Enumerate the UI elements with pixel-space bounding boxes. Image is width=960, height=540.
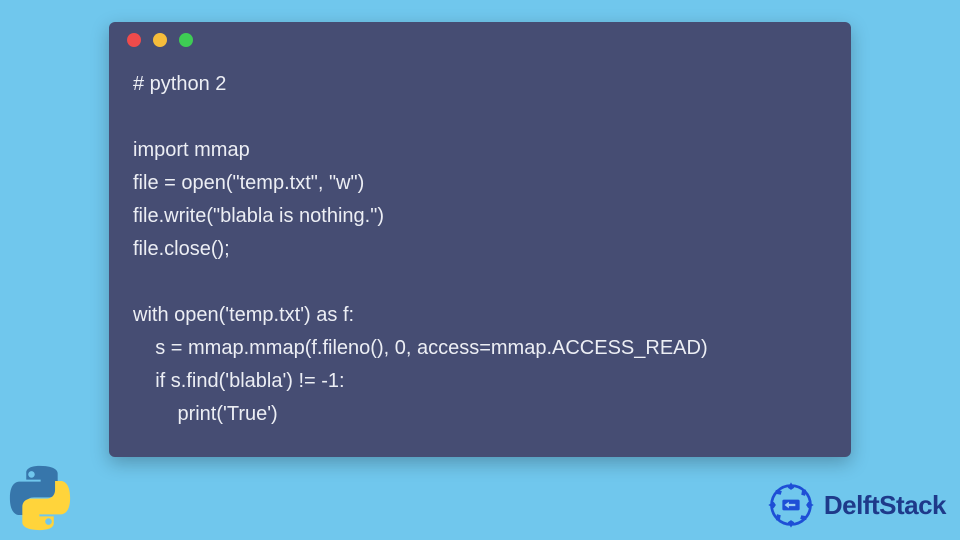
python-logo-icon — [4, 462, 76, 534]
window-titlebar — [109, 22, 851, 58]
delftstack-badge-icon — [764, 478, 818, 532]
minimize-icon — [153, 33, 167, 47]
code-window: # python 2 import mmap file = open("temp… — [109, 22, 851, 457]
code-body: # python 2 import mmap file = open("temp… — [109, 58, 851, 457]
maximize-icon — [179, 33, 193, 47]
delftstack-name: DelftStack — [824, 490, 946, 521]
close-icon — [127, 33, 141, 47]
code-content: # python 2 import mmap file = open("temp… — [133, 68, 827, 431]
delftstack-branding: DelftStack — [764, 478, 946, 532]
